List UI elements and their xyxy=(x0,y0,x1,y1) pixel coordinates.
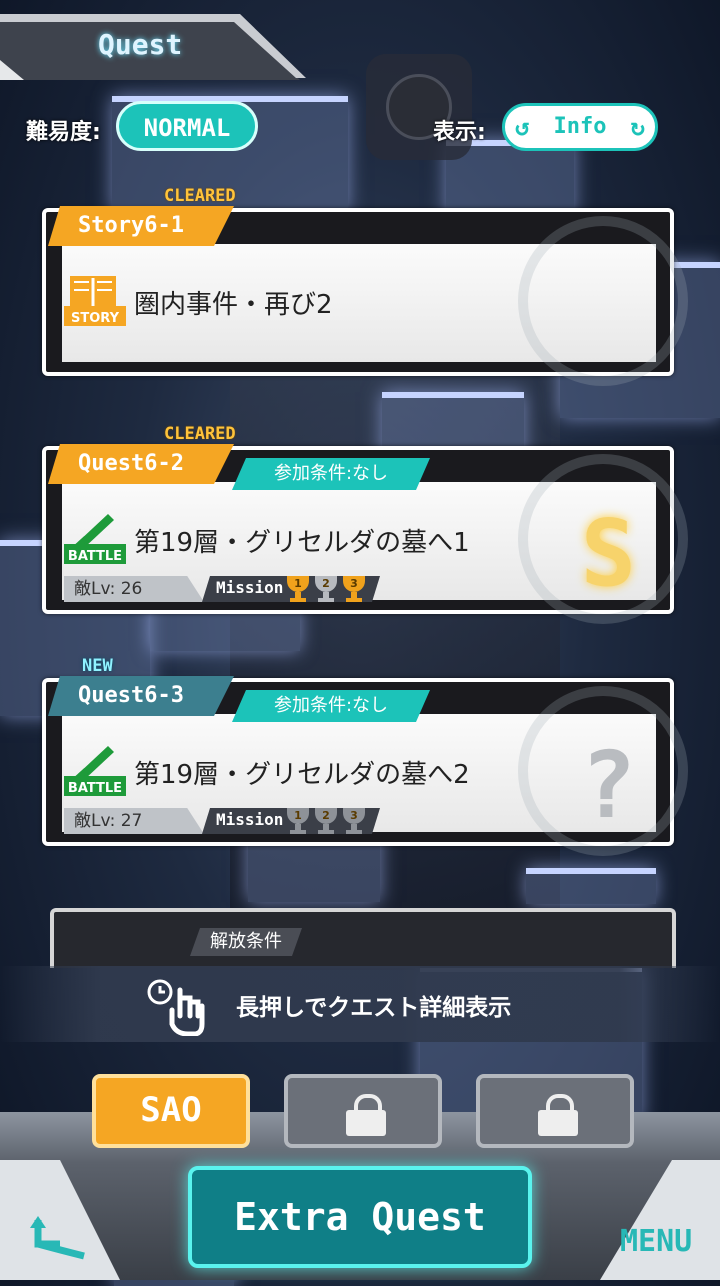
quest-name: 第19層・グリセルダの墓へ2 xyxy=(134,760,470,790)
quest-number-tab: Quest6-2 xyxy=(48,444,234,484)
quest-type-label: STORY xyxy=(71,311,120,326)
page-title: Quest xyxy=(98,28,183,61)
mission-status: Mission : 1 2 3 xyxy=(202,808,380,834)
extra-quest-button[interactable]: Extra Quest xyxy=(188,1166,532,1268)
cleared-badge: CLEARED xyxy=(164,186,236,206)
quest-card[interactable]: S CLEARED Quest6-2 参加条件:なし BATTLE 第19層・グ… xyxy=(42,424,688,624)
quest-name: 第19層・グリセルダの墓へ1 xyxy=(134,528,470,558)
trophy-2-icon: 2 xyxy=(314,576,338,602)
cleared-badge: CLEARED xyxy=(164,424,236,444)
menu-button[interactable]: MENU xyxy=(620,1224,692,1259)
background-panel xyxy=(526,868,656,904)
trophy-3-icon: 3 xyxy=(342,576,366,602)
display-mode-value: Info xyxy=(553,114,607,139)
trophy-2-icon: 2 xyxy=(314,808,338,834)
quest-name: 圏内事件・再び2 xyxy=(134,290,333,320)
new-badge: NEW xyxy=(82,656,113,676)
quest-header: Quest xyxy=(0,0,330,82)
long-press-hint: 長押しでクエスト詳細表示 xyxy=(0,966,720,1042)
unlock-condition-label: 解放条件 xyxy=(190,928,302,956)
locked-quest-card[interactable]: 解放条件 xyxy=(50,908,676,968)
tab-locked[interactable] xyxy=(284,1074,442,1148)
lock-icon xyxy=(538,1094,578,1136)
card-ring-decoration xyxy=(518,216,688,386)
quest-card[interactable]: ? NEW Quest6-3 参加条件:なし BATTLE 第19層・グリセルダ… xyxy=(42,656,688,856)
trophy-1-icon: 1 xyxy=(286,576,310,602)
back-arrow-icon[interactable] xyxy=(30,1210,90,1260)
difficulty-button[interactable]: NORMAL xyxy=(116,101,258,151)
battle-sword-icon: BATTLE xyxy=(64,740,126,796)
enemy-level: 敵Lv: 26 xyxy=(64,576,204,602)
quest-type-label: BATTLE xyxy=(68,549,122,564)
rotate-right-icon: ↻ xyxy=(630,113,645,141)
mission-status: Mission : 1 2 3 xyxy=(202,576,380,602)
participation-condition: 参加条件:なし xyxy=(232,690,430,722)
hint-text: 長押しでクエスト詳細表示 xyxy=(236,995,512,1021)
quest-number-tab: Quest6-3 xyxy=(48,676,234,716)
battle-sword-icon: BATTLE xyxy=(64,508,126,564)
rank-unknown-icon: ? xyxy=(580,732,636,839)
story-book-icon: STORY xyxy=(64,270,126,326)
tab-sao[interactable]: SAO xyxy=(92,1074,250,1148)
quest-type-label: BATTLE xyxy=(68,781,122,796)
rank-s-icon: S xyxy=(580,500,636,607)
trophy-3-icon: 3 xyxy=(342,808,366,834)
participation-condition: 参加条件:なし xyxy=(232,458,430,490)
rotate-left-icon: ↺ xyxy=(515,113,530,141)
enemy-level: 敵Lv: 27 xyxy=(64,808,204,834)
display-label: 表示: xyxy=(433,120,486,145)
tab-locked[interactable] xyxy=(476,1074,634,1148)
difficulty-label: 難易度: xyxy=(26,120,101,145)
quest-card[interactable]: CLEARED Story6-1 STORY 圏内事件・再び2 xyxy=(42,186,688,386)
lock-icon xyxy=(346,1094,386,1136)
display-toggle-button[interactable]: ↺ Info ↻ xyxy=(502,103,658,151)
trophy-1-icon: 1 xyxy=(286,808,310,834)
quest-number-tab: Story6-1 xyxy=(48,206,234,246)
long-press-hand-icon xyxy=(147,979,205,1036)
